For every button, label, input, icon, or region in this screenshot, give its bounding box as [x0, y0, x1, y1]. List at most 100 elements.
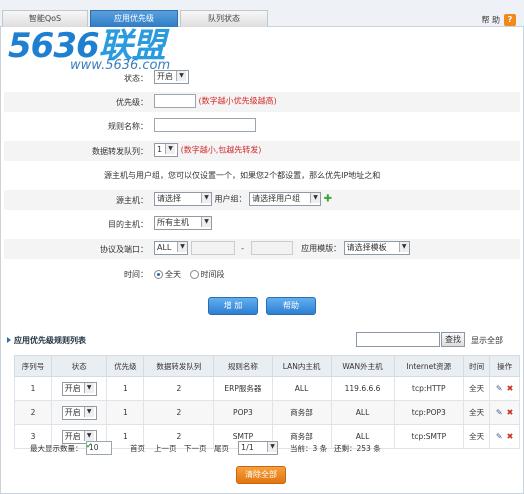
cell-queue: 2 [143, 376, 215, 401]
cell-resource: tcp:SMTP [393, 424, 465, 449]
col-name: 规则名称 [213, 355, 273, 377]
help-icon[interactable]: ? [504, 14, 516, 26]
col-queue: 数据转发队列 [143, 355, 215, 377]
time-period-label: 时间段 [200, 270, 225, 279]
cell-time: 全天 [463, 400, 491, 425]
col-time: 时间 [463, 355, 491, 377]
first-page-link[interactable]: 首页 [130, 443, 145, 454]
cell-resource: tcp:HTTP [393, 376, 465, 401]
next-page-link[interactable]: 下一页 [184, 443, 207, 454]
status-label: 状态： [124, 74, 148, 83]
search-button[interactable]: 查找 [441, 332, 465, 347]
queue-hint: (数字越小,包越先转发) [180, 145, 262, 155]
add-button[interactable]: 增 加 [208, 297, 258, 315]
priority-input[interactable] [154, 94, 196, 108]
chevron-down-icon: ▼ [165, 144, 176, 154]
col-lan: LAN内主机 [271, 355, 332, 377]
app-template-select[interactable]: 请选择模板 ▼ [343, 241, 410, 255]
show-all-link[interactable]: 显示全部 [471, 335, 503, 346]
edit-icon[interactable]: ✎ [496, 432, 503, 441]
table-header-row: 序列号 状态 优先级 数据转发队列 规则名称 LAN内主机 WAN外主机 Int… [13, 355, 520, 377]
user-group-select[interactable]: 请选择用户组 ▼ [249, 192, 322, 206]
priority-hint: (数字越小优先级越高) [198, 96, 277, 106]
port-end-input[interactable] [250, 241, 293, 255]
col-id: 序列号 [13, 355, 53, 377]
status-select[interactable]: 开启 ▼ [154, 70, 189, 84]
row-queue: 数据转发队列： 1 ▼ (数字越小,包越先转发) [4, 141, 520, 161]
table-row: 2 开启 ▼ 1 2 POP3 商务部 ALL tcp:POP3 全天 ✎ ✖ [13, 400, 520, 425]
port-start-input[interactable] [190, 241, 235, 255]
row-protocol: 协议及端口： ALL ▼ - 应用模版： 请选择模板 ▼ [4, 239, 520, 259]
chevron-down-icon: ▼ [201, 193, 211, 203]
edit-icon[interactable]: ✎ [496, 384, 503, 393]
row-status-select[interactable]: 开启 ▼ [61, 405, 97, 420]
time-label: 时间： [124, 270, 148, 279]
row-note: 源主机与用户组，您可以仅设置一个，如果您2个都设置，那么优先IP地址之和 [4, 165, 520, 185]
help-button[interactable]: 帮助 [266, 297, 316, 315]
edit-icon[interactable]: ✎ [496, 408, 503, 417]
cell-name: ERP服务器 [213, 376, 273, 401]
cell-queue: 2 [143, 400, 215, 425]
dst-host-label: 目的主机： [108, 220, 148, 229]
delete-icon[interactable]: ✖ [507, 408, 514, 417]
cell-wan: 119.6.6.6 [330, 376, 395, 401]
chevron-down-icon: ▼ [267, 442, 277, 452]
max-display-label: 最大显示数量： [30, 444, 83, 453]
queue-select[interactable]: 1 ▼ [154, 143, 179, 157]
help-label[interactable]: 帮 助 [481, 16, 500, 25]
priority-label: 优先级： [116, 98, 148, 107]
chevron-down-icon: ▼ [310, 193, 321, 203]
list-title: 应用优先级规则列表 [7, 336, 86, 345]
add-icon[interactable]: ✚ [324, 194, 332, 205]
cell-priority: 1 [106, 400, 145, 425]
source-note: 源主机与用户组，您可以仅设置一个，如果您2个都设置，那么优先IP地址之和 [104, 171, 381, 180]
cell-time: 全天 [463, 424, 491, 449]
remaining-count: 还剩：253 条 [334, 444, 381, 453]
delete-icon[interactable]: ✖ [507, 432, 514, 441]
app-template-label: 应用模版： [301, 243, 342, 253]
cell-priority: 1 [106, 376, 145, 401]
help-link[interactable]: 帮 助? [481, 14, 516, 26]
col-resource: Internet资源 [393, 355, 465, 377]
proto-label: 协议及端口： [100, 245, 148, 254]
cell-lan: ALL [271, 376, 332, 401]
src-host-label: 源主机： [116, 196, 148, 205]
cell-id: 1 [13, 376, 53, 401]
row-time: 时间： 全天 时间段 [4, 264, 520, 284]
current-count: 当前：3 条 [290, 444, 328, 453]
tab-queue-status[interactable]: 队列状态 [180, 10, 268, 27]
page-select[interactable]: 1/1 ▼ [238, 441, 278, 455]
chevron-down-icon: ▼ [398, 242, 409, 252]
clear-all-button[interactable]: 清除全部 [236, 466, 286, 484]
cell-time: 全天 [463, 376, 491, 401]
delete-icon[interactable]: ✖ [507, 384, 514, 393]
proto-select[interactable]: ALL ▼ [154, 241, 188, 255]
time-period-radio[interactable] [189, 270, 199, 279]
cell-name: POP3 [213, 400, 273, 425]
col-status: 状态 [51, 355, 108, 377]
cell-id: 2 [13, 400, 53, 425]
row-source: 源主机： 请选择 ▼ 用户组： 请选择用户组 ▼ ✚ [4, 190, 520, 210]
row-dest: 目的主机： 所有主机 ▼ [4, 214, 520, 234]
src-host-select[interactable]: 请选择 ▼ [154, 192, 212, 206]
chevron-down-icon: ▼ [83, 430, 94, 441]
port-separator: - [241, 243, 244, 253]
last-page-link[interactable]: 尾页 [214, 443, 229, 454]
search-input[interactable] [356, 332, 440, 347]
check-icon[interactable]: ✔ [86, 441, 92, 450]
time-allday-radio[interactable] [154, 270, 163, 279]
user-group-label: 用户组： [214, 194, 247, 204]
row-rule-name: 规则名称： [4, 116, 520, 136]
prev-page-link[interactable]: 上一页 [154, 443, 177, 454]
row-status-select[interactable]: 开启 ▼ [61, 381, 97, 396]
rule-name-input[interactable] [154, 118, 256, 132]
cell-wan: ALL [330, 400, 395, 425]
table-row: 1 开启 ▼ 1 2 ERP服务器 ALL 119.6.6.6 tcp:HTTP … [13, 376, 520, 401]
time-allday-label: 全天 [165, 270, 181, 279]
chevron-down-icon: ▼ [176, 71, 186, 81]
cell-lan: 商务部 [271, 400, 332, 425]
chevron-down-icon: ▼ [83, 382, 94, 393]
col-actions: 操作 [489, 355, 520, 377]
dst-host-select[interactable]: 所有主机 ▼ [154, 216, 212, 230]
rules-table: 序列号 状态 优先级 数据转发队列 规则名称 LAN内主机 WAN外主机 Int… [13, 355, 520, 449]
